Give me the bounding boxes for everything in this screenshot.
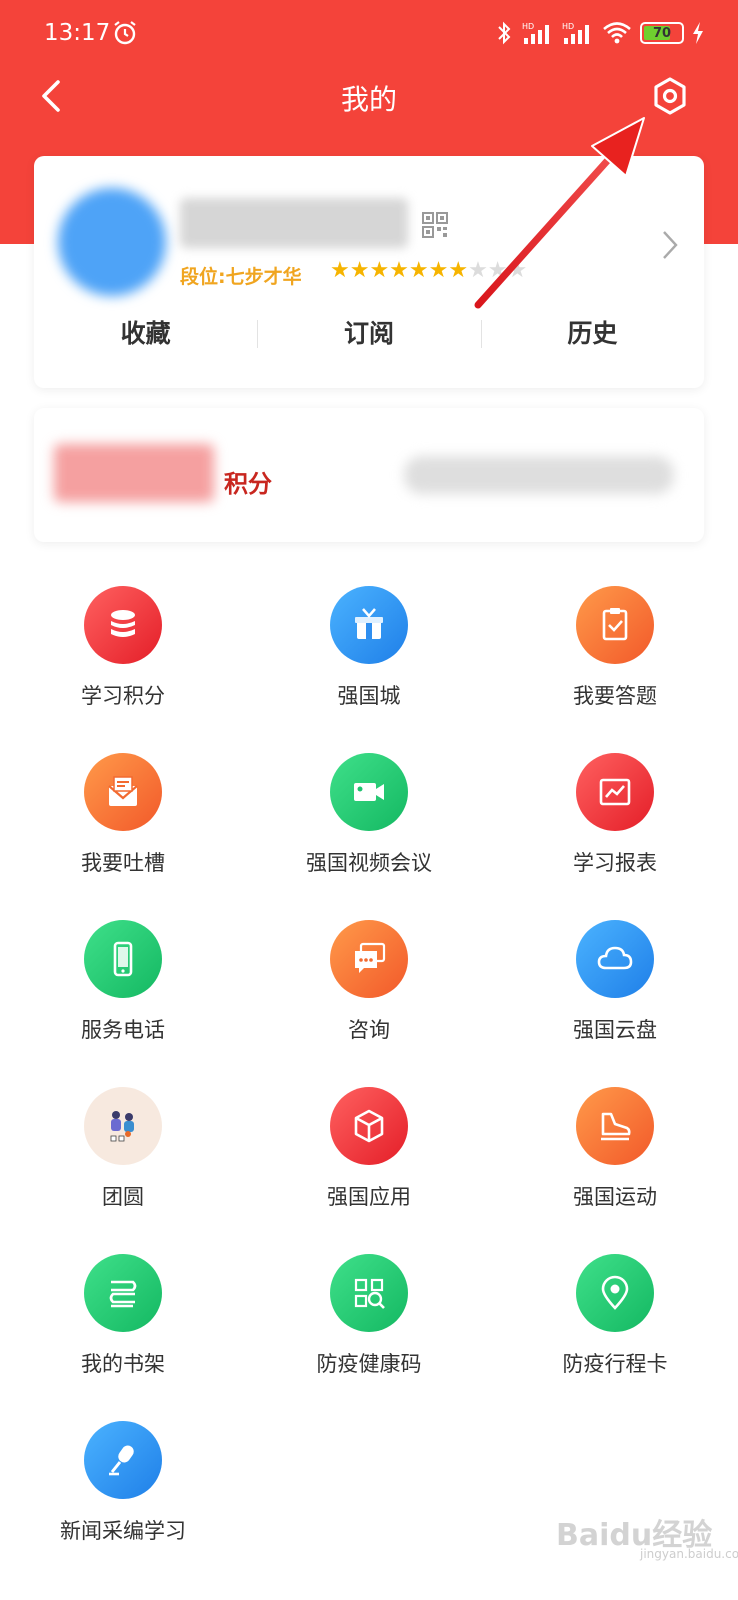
grid-item-label: 强国城 — [337, 684, 401, 708]
points-label: 积分 — [224, 469, 272, 498]
grid-item-label: 咨询 — [348, 1018, 390, 1042]
qr-code-icon[interactable] — [422, 212, 448, 238]
signal-icon-2: HD — [562, 22, 589, 44]
grid-item-bookshelf[interactable]: 我的书架 — [0, 1254, 246, 1420]
grid-item-news-study[interactable]: 新闻采编学习 — [0, 1421, 246, 1587]
grid-item-health-code[interactable]: 防疫健康码 — [246, 1254, 492, 1420]
user-name-blurred — [180, 198, 408, 248]
wifi-icon — [603, 22, 631, 44]
grid-item-label: 强国运动 — [573, 1185, 657, 1209]
baidu-watermark-url: jingyan.baidu.com — [640, 1547, 738, 1561]
grid-item-label: 服务电话 — [81, 1018, 165, 1042]
profile-tabs: 收藏 订阅 历史 — [34, 306, 704, 362]
cube-icon — [330, 1087, 408, 1165]
tab-history[interactable]: 历史 — [480, 306, 704, 362]
grid-item-label: 强国视频会议 — [306, 851, 432, 875]
microphone-icon — [84, 1421, 162, 1499]
location-pin-icon — [576, 1254, 654, 1332]
signal-icon: HD — [522, 22, 549, 44]
points-card[interactable]: 积分 — [34, 408, 704, 542]
grid-item-qiangguo-mall[interactable]: 强国城 — [246, 586, 492, 752]
chat-icon — [330, 920, 408, 998]
sneaker-icon — [576, 1087, 654, 1165]
grid-item-itinerary-card[interactable]: 防疫行程卡 — [492, 1254, 738, 1420]
grid-item-label: 我要答题 — [573, 684, 657, 708]
grid-item-label: 防疫健康码 — [316, 1352, 422, 1376]
tab-subscriptions[interactable]: 订阅 — [257, 306, 480, 362]
grid-item-answer-quiz[interactable]: 我要答题 — [492, 586, 738, 752]
grid-item-reunion[interactable]: 团圆 — [0, 1087, 246, 1253]
phone-icon — [84, 920, 162, 998]
tab-favorites[interactable]: 收藏 — [34, 306, 257, 362]
stars-empty: ★★★ — [468, 258, 528, 283]
family-illustration-icon — [84, 1087, 162, 1165]
status-bar: 13:17 HD HD 70 — [0, 0, 738, 70]
grid-item-label: 团圆 — [102, 1185, 144, 1209]
books-icon — [84, 1254, 162, 1332]
grid-item-label: 新闻采编学习 — [60, 1519, 186, 1543]
cloud-icon — [576, 920, 654, 998]
status-time: 13:17 — [44, 20, 111, 46]
qr-scan-icon — [330, 1254, 408, 1332]
video-camera-icon — [330, 753, 408, 831]
points-value-blurred — [54, 444, 214, 502]
svg-text:HD: HD — [522, 22, 534, 31]
avatar[interactable] — [58, 188, 166, 296]
chart-icon — [576, 753, 654, 831]
gift-shop-icon — [330, 586, 408, 664]
grid-item-sports[interactable]: 强国运动 — [492, 1087, 738, 1253]
grid-item-video-conference[interactable]: 强国视频会议 — [246, 753, 492, 919]
level-stars: ★★★★★★★★★★ — [330, 258, 527, 283]
envelope-icon — [84, 753, 162, 831]
alarm-icon — [114, 21, 136, 45]
battery-level: 70 — [652, 25, 672, 41]
grid-item-label: 强国应用 — [327, 1185, 411, 1209]
grid-item-apps[interactable]: 强国应用 — [246, 1087, 492, 1253]
grid-item-label: 学习报表 — [573, 851, 657, 875]
clipboard-check-icon — [576, 586, 654, 664]
bluetooth-icon — [498, 21, 511, 45]
grid-item-cloud-drive[interactable]: 强国云盘 — [492, 920, 738, 1086]
database-icon — [84, 586, 162, 664]
svg-text:HD: HD — [562, 22, 574, 31]
grid-item-label: 我的书架 — [81, 1352, 165, 1376]
profile-card[interactable]: 段位:七步才华 ★★★★★★★★★★ 收藏 订阅 历史 — [34, 156, 704, 388]
settings-gear-icon[interactable] — [650, 76, 690, 116]
grid-item-label: 防疫行程卡 — [562, 1352, 668, 1376]
battery-indicator: 70 — [640, 22, 684, 44]
grid-item-service-phone[interactable]: 服务电话 — [0, 920, 246, 1086]
points-info-blurred — [404, 456, 674, 494]
grid-item-study-report[interactable]: 学习报表 — [492, 753, 738, 919]
grid-item-feedback[interactable]: 我要吐槽 — [0, 753, 246, 919]
grid-item-consult[interactable]: 咨询 — [246, 920, 492, 1086]
grid-item-label: 强国云盘 — [573, 1018, 657, 1042]
level-text: 段位:七步才华 — [180, 266, 302, 288]
chevron-right-icon[interactable] — [660, 228, 680, 262]
stars-filled: ★★★★★★★ — [330, 258, 469, 283]
grid-item-label: 我要吐槽 — [81, 851, 165, 875]
page-title: 我的 — [340, 83, 397, 116]
charging-icon — [693, 22, 703, 44]
grid-item-label: 学习积分 — [81, 684, 165, 708]
grid-item-study-points[interactable]: 学习积分 — [0, 586, 246, 752]
